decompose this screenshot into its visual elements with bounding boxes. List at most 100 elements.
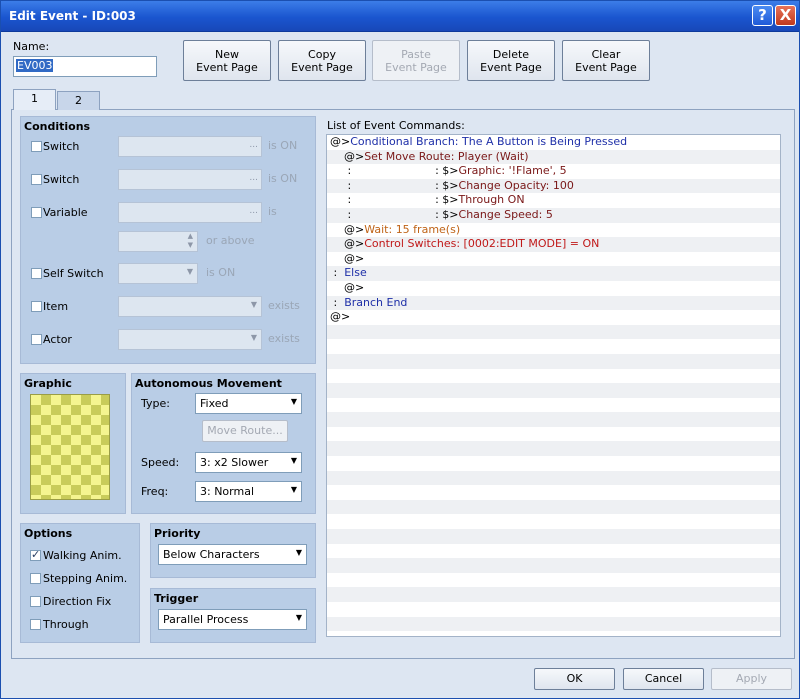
variable-field[interactable]: ... [118, 202, 262, 223]
speed-value: 3: x2 Slower [200, 456, 269, 469]
actor-label: Actor [43, 333, 72, 346]
type-label: Type: [141, 397, 170, 410]
direction-fix-checkbox[interactable] [30, 596, 41, 607]
command-row[interactable] [327, 383, 780, 398]
command-row[interactable] [327, 514, 780, 529]
event-commands-list[interactable]: @>Conditional Branch: The A Button is Be… [326, 134, 781, 637]
paste-event-page-button[interactable]: Paste Event Page [372, 40, 460, 81]
button-label: Event Page [480, 61, 542, 74]
copy-event-page-button[interactable]: Copy Event Page [278, 40, 366, 81]
command-row[interactable]: @>Control Switches: [0002:EDIT MODE] = O… [327, 237, 780, 252]
command-row[interactable] [327, 573, 780, 588]
freq-label: Freq: [141, 485, 169, 498]
command-text: Conditional Branch: The A Button is Bein… [350, 135, 628, 148]
command-row[interactable] [327, 529, 780, 544]
spin-down-icon[interactable]: ▼ [188, 241, 193, 249]
command-row[interactable]: : Else [327, 266, 780, 281]
command-row[interactable]: : : $>Change Speed: 5 [327, 207, 780, 223]
command-row[interactable]: : : $>Graphic: '!Flame', 5 [327, 164, 780, 179]
name-value: EV003 [16, 59, 54, 72]
ok-button[interactable]: OK [534, 668, 615, 690]
item-checkbox[interactable] [31, 301, 42, 312]
command-row[interactable]: @>Set Move Route: Player (Wait) [327, 149, 780, 165]
switch2-field[interactable]: ... [118, 169, 262, 190]
command-row[interactable]: @>Conditional Branch: The A Button is Be… [327, 135, 780, 150]
delete-event-page-button[interactable]: Delete Event Page [467, 40, 555, 81]
switch1-field[interactable]: ... [118, 136, 262, 157]
stepping-anim-checkbox[interactable] [30, 573, 41, 584]
command-row[interactable] [327, 544, 780, 559]
command-row[interactable] [327, 441, 780, 457]
command-row[interactable] [327, 616, 780, 632]
clear-event-page-button[interactable]: Clear Event Page [562, 40, 650, 81]
type-select[interactable]: Fixed ▼ [195, 393, 302, 414]
command-row[interactable] [327, 602, 780, 617]
freq-select[interactable]: 3: Normal ▼ [195, 481, 302, 502]
command-row[interactable]: @> [327, 281, 780, 296]
switch2-checkbox[interactable] [31, 174, 42, 185]
variable-value-spinner[interactable]: ▲ ▼ [118, 231, 198, 252]
variable-suffix: is [268, 205, 277, 218]
switch1-checkbox[interactable] [31, 141, 42, 152]
graphic-preview[interactable] [30, 394, 110, 500]
speed-select[interactable]: 3: x2 Slower ▼ [195, 452, 302, 473]
trigger-select[interactable]: Parallel Process ▼ [158, 609, 307, 630]
command-row[interactable] [327, 353, 780, 369]
command-row[interactable] [327, 499, 780, 515]
command-row[interactable]: @>Wait: 15 frame(s) [327, 223, 780, 238]
command-row[interactable] [327, 456, 780, 471]
command-row[interactable]: : : $>Through ON [327, 193, 780, 208]
priority-value: Below Characters [163, 548, 260, 561]
name-input[interactable]: EV003 [13, 56, 157, 77]
item-select[interactable]: ▼ [118, 296, 262, 317]
self-switch-checkbox[interactable] [31, 268, 42, 279]
command-row[interactable] [327, 398, 780, 413]
command-row[interactable] [327, 587, 780, 602]
command-row[interactable]: : Branch End [327, 295, 780, 311]
new-event-page-button[interactable]: New Event Page [183, 40, 271, 81]
self-switch-suffix: is ON [206, 266, 236, 279]
chevron-down-icon: ▼ [290, 397, 297, 406]
chevron-down-icon: ▼ [250, 333, 257, 342]
graphic-title: Graphic [24, 377, 72, 390]
switch1-suffix: is ON [268, 139, 298, 152]
event-commands-label: List of Event Commands: [327, 119, 465, 132]
window-title: Edit Event - ID:003 [9, 9, 136, 23]
command-row[interactable] [327, 369, 780, 384]
title-bar[interactable]: Edit Event - ID:003 ? X [1, 1, 799, 32]
command-row[interactable] [327, 324, 780, 340]
command-row[interactable]: @> [327, 252, 780, 267]
apply-button[interactable]: Apply [711, 668, 792, 690]
close-icon[interactable]: X [775, 5, 796, 26]
tab-page-2[interactable]: 2 [57, 91, 100, 110]
chevron-down-icon: ▼ [250, 300, 257, 309]
command-row[interactable]: : : $>Change Opacity: 100 [327, 178, 780, 194]
command-row[interactable] [327, 412, 780, 427]
variable-checkbox[interactable] [31, 207, 42, 218]
options-group: Options Walking Anim. Stepping Anim. Dir… [20, 523, 140, 643]
command-row[interactable] [327, 470, 780, 486]
name-label: Name: [13, 40, 50, 53]
spin-up-icon[interactable]: ▲ [188, 232, 193, 240]
command-row[interactable] [327, 339, 780, 354]
chevron-down-icon: ▼ [295, 548, 302, 557]
command-text: Change Opacity: 100 [458, 178, 574, 192]
actor-checkbox[interactable] [31, 334, 42, 345]
command-row[interactable] [327, 427, 780, 442]
command-prefix: @> [330, 149, 365, 163]
command-row[interactable]: @> [327, 310, 780, 325]
command-row[interactable] [327, 485, 780, 500]
chevron-down-icon: ▼ [290, 456, 297, 465]
cancel-button[interactable]: Cancel [623, 668, 704, 690]
button-label: Event Page [385, 61, 447, 74]
move-route-button[interactable]: Move Route... [202, 420, 288, 442]
variable-dots: ... [249, 206, 258, 216]
priority-select[interactable]: Below Characters ▼ [158, 544, 307, 565]
through-checkbox[interactable] [30, 619, 41, 630]
self-switch-select[interactable]: ▼ [118, 263, 198, 284]
actor-select[interactable]: ▼ [118, 329, 262, 350]
help-icon[interactable]: ? [752, 5, 773, 26]
command-row[interactable] [327, 558, 780, 573]
walking-anim-checkbox[interactable] [30, 548, 41, 561]
tab-page-1[interactable]: 1 [13, 89, 56, 110]
